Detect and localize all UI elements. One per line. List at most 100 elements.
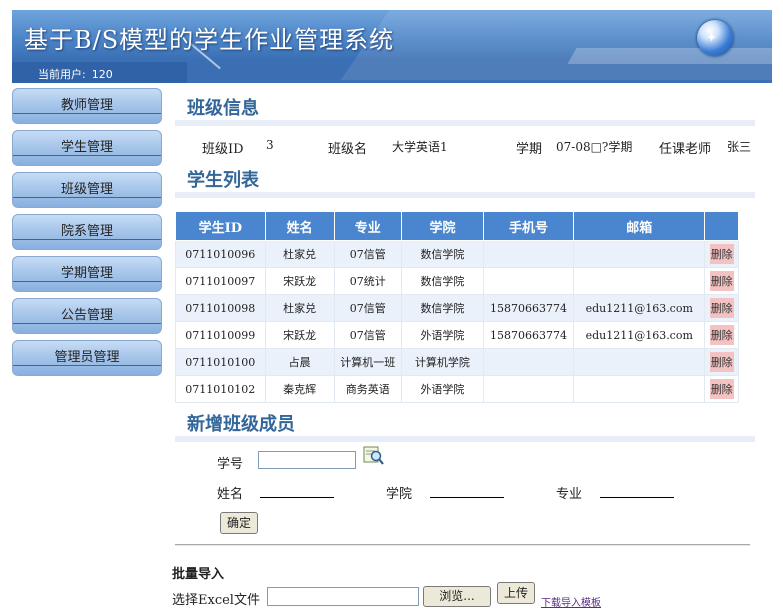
sidebar-item-underline xyxy=(13,155,161,156)
class-info-row: 班级ID 3 班级名 大学英语1 学期 07-08□?学期 任课老师 张三 xyxy=(175,128,755,158)
cell-college: 数信学院 xyxy=(400,294,485,322)
college-label: 学院 xyxy=(386,487,413,502)
sidebar-item-label: 院系管理 xyxy=(60,224,113,239)
sidebar-item-underline xyxy=(13,365,161,366)
divider xyxy=(175,544,750,546)
cell-student-id: 0711010097 xyxy=(175,267,266,295)
teacher-label: 任课老师 xyxy=(659,142,712,157)
table-row: 0711010098 杜家兑 07信管 数信学院 15870663774 edu… xyxy=(175,294,739,322)
new-member-title-bar xyxy=(175,436,755,442)
class-name-value: 大学英语1 xyxy=(392,140,448,154)
file-path-input[interactable] xyxy=(267,587,419,606)
major-value-field xyxy=(600,483,674,498)
cell-email xyxy=(573,348,706,376)
cell-college: 外语学院 xyxy=(400,321,485,349)
cell-student-id: 0711010099 xyxy=(175,321,266,349)
student-list-title-bar xyxy=(175,192,755,198)
term-value: 07-08□?学期 xyxy=(556,140,633,154)
globe-logo-icon: ✦ xyxy=(697,20,733,56)
cell-student-id: 0711010102 xyxy=(175,375,266,403)
class-info-title: 班级信息 xyxy=(187,98,259,119)
table-row: 0711010099 宋跃龙 07信管 外语学院 15870663774 edu… xyxy=(175,321,739,349)
cell-name: 占晨 xyxy=(264,348,335,376)
new-member-title: 新增班级成员 xyxy=(187,414,295,435)
sidebar-item-term[interactable]: 学期管理 xyxy=(12,256,162,292)
file-select-label: 选择Excel文件 xyxy=(172,593,260,608)
major-label: 专业 xyxy=(556,487,583,502)
column-header-name: 姓名 xyxy=(264,211,335,241)
table-row: 0711010100 占晨 计算机一班 计算机学院 删除 xyxy=(175,348,739,376)
cell-action: 删除 xyxy=(704,294,739,322)
cell-phone xyxy=(482,375,575,403)
teacher-value: 张三 xyxy=(727,140,752,154)
sidebar-item-label: 学期管理 xyxy=(60,266,113,281)
class-id-value: 3 xyxy=(266,138,274,152)
column-header-email: 邮箱 xyxy=(573,211,706,241)
table-row: 0711010102 秦克辉 商务英语 外语学院 删除 xyxy=(175,375,739,403)
sidebar-item-label: 教师管理 xyxy=(60,98,113,113)
delete-button[interactable]: 删除 xyxy=(709,325,734,345)
student-no-input[interactable] xyxy=(258,451,356,469)
sidebar-item-label: 学生管理 xyxy=(60,140,113,155)
cell-name: 杜家兑 xyxy=(264,240,335,268)
column-header-action xyxy=(704,211,739,241)
column-header-phone: 手机号 xyxy=(482,211,575,241)
current-user: 当前用户: 120 xyxy=(32,66,113,82)
sidebar-item-underline xyxy=(13,281,161,282)
cell-college: 计算机学院 xyxy=(400,348,485,376)
name-value-field xyxy=(260,483,334,498)
sidebar-item-label: 管理员管理 xyxy=(54,350,120,365)
student-table: 学生ID 姓名 专业 学院 手机号 邮箱 0711010096 杜家兑 07信管… xyxy=(175,211,739,403)
cell-name: 宋跃龙 xyxy=(264,267,335,295)
column-header-college: 学院 xyxy=(400,211,485,241)
cell-college: 外语学院 xyxy=(400,375,485,403)
search-icon[interactable] xyxy=(363,446,385,466)
cell-name: 宋跃龙 xyxy=(264,321,335,349)
delete-button[interactable]: 删除 xyxy=(709,379,734,399)
cell-action: 删除 xyxy=(704,348,739,376)
cell-phone: 15870663774 xyxy=(482,321,575,349)
student-no-label: 学号 xyxy=(217,457,244,472)
sidebar-item-admin[interactable]: 管理员管理 xyxy=(12,340,162,376)
browse-button[interactable]: 浏览... xyxy=(423,586,491,607)
column-header-student-id: 学生ID xyxy=(175,211,266,241)
cell-phone xyxy=(482,267,575,295)
current-user-value: 120 xyxy=(91,68,113,81)
cell-email xyxy=(573,240,706,268)
sidebar-item-label: 班级管理 xyxy=(60,182,113,197)
table-row: 0711010096 杜家兑 07信管 数信学院 删除 xyxy=(175,240,739,268)
upload-button[interactable]: 上传 xyxy=(497,582,535,604)
delete-button[interactable]: 删除 xyxy=(709,352,734,372)
cell-major: 07信管 xyxy=(333,294,402,322)
confirm-button[interactable]: 确定 xyxy=(220,512,258,534)
sidebar-item-announcement[interactable]: 公告管理 xyxy=(12,298,162,334)
cell-student-id: 0711010096 xyxy=(175,240,266,268)
cell-major: 07信管 xyxy=(333,240,402,268)
cell-email xyxy=(573,267,706,295)
college-value-field xyxy=(430,483,504,498)
delete-button[interactable]: 删除 xyxy=(709,298,734,318)
sidebar-item-department[interactable]: 院系管理 xyxy=(12,214,162,250)
column-header-major: 专业 xyxy=(333,211,402,241)
sidebar-item-label: 公告管理 xyxy=(60,308,113,323)
cell-phone xyxy=(482,240,575,268)
sidebar-item-class[interactable]: 班级管理 xyxy=(12,172,162,208)
delete-button[interactable]: 删除 xyxy=(709,271,734,291)
cell-action: 删除 xyxy=(704,375,739,403)
cell-action: 删除 xyxy=(704,267,739,295)
cell-major: 07统计 xyxy=(333,267,402,295)
cell-student-id: 0711010098 xyxy=(175,294,266,322)
current-user-label: 当前用户: xyxy=(38,68,86,81)
sidebar-item-underline xyxy=(13,239,161,240)
delete-button[interactable]: 删除 xyxy=(709,244,734,264)
cell-action: 删除 xyxy=(704,240,739,268)
bulk-import-title: 批量导入 xyxy=(172,567,225,582)
sidebar-item-underline xyxy=(13,197,161,198)
sidebar-item-teacher[interactable]: 教师管理 xyxy=(12,88,162,124)
download-template-link[interactable]: 下载导入模板 xyxy=(541,594,601,609)
cell-phone: 15870663774 xyxy=(482,294,575,322)
cell-phone xyxy=(482,348,575,376)
sidebar-item-student[interactable]: 学生管理 xyxy=(12,130,162,166)
cell-college: 数信学院 xyxy=(400,267,485,295)
name-label: 姓名 xyxy=(217,487,244,502)
